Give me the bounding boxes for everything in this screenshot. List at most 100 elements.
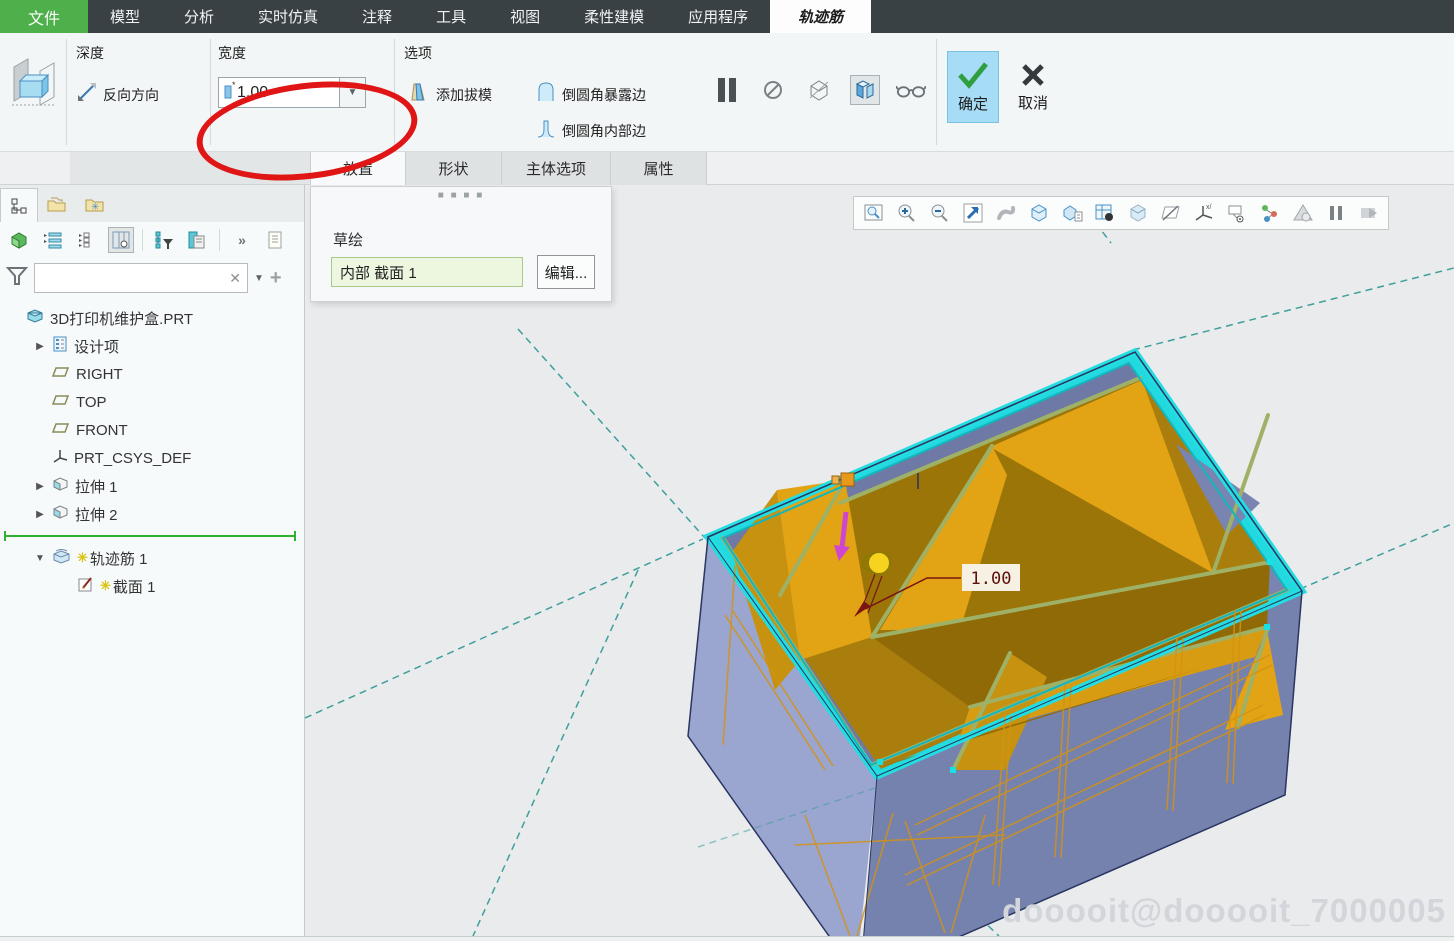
tree-filter-input[interactable] <box>41 270 230 286</box>
drag-handle[interactable] <box>862 551 891 575</box>
tree-item-6[interactable]: ▶ 拉伸 1 <box>0 472 304 500</box>
menu-item-8[interactable]: 应用程序 <box>666 0 770 33</box>
check-icon <box>958 61 988 89</box>
width-dropdown-button[interactable]: ▼ <box>340 77 366 108</box>
feature-tab-放置[interactable]: 放置 <box>310 152 406 185</box>
model-tree-tab[interactable] <box>0 188 38 222</box>
repaint-icon[interactable] <box>990 199 1021 227</box>
expander-icon[interactable]: ▼ <box>34 553 46 564</box>
new-feature-star-icon: ✳ <box>100 578 111 593</box>
expander-icon[interactable]: ▶ <box>34 509 46 520</box>
viewport-toolbar: x/ <box>853 196 1389 230</box>
tree-item-3[interactable]: TOP <box>0 388 304 416</box>
spin-center-icon[interactable] <box>1254 199 1285 227</box>
tree-filter-field[interactable]: ✕ <box>34 263 248 293</box>
clear-filter-icon[interactable]: ✕ <box>229 270 241 287</box>
list-view-icon[interactable] <box>40 227 66 253</box>
tree-item-label: 拉伸 2 <box>75 506 118 524</box>
trajectory-rib-feature-icon <box>8 53 60 120</box>
zoom-in-icon[interactable] <box>891 199 922 227</box>
add-filter-icon[interactable]: + <box>270 267 282 290</box>
tree-item-5[interactable]: PRT_CSYS_DEF <box>0 444 304 472</box>
folder-browser-tab[interactable] <box>38 188 76 222</box>
reverse-direction-button[interactable]: 反向方向 <box>76 81 159 108</box>
filter-dropdown-icon[interactable]: ▼ <box>254 273 264 284</box>
zoom-window-icon[interactable] <box>858 199 889 227</box>
resume-icon[interactable] <box>1353 199 1384 227</box>
menu-item-5[interactable]: 工具 <box>414 0 488 33</box>
tree-item-7[interactable]: ▶ 拉伸 2 <box>0 500 304 528</box>
menu-item-3[interactable]: 实时仿真 <box>236 0 340 33</box>
refit-icon[interactable] <box>957 199 988 227</box>
tree-item-0[interactable]: 3D打印机维护盒.PRT <box>0 304 304 332</box>
tree-columns-icon[interactable] <box>74 227 100 253</box>
verify-glasses-icon[interactable] <box>896 75 926 105</box>
geometry-preview-icon[interactable] <box>850 75 880 105</box>
depth-group-caption: 深度 <box>76 45 104 61</box>
menu-item-4[interactable]: 注释 <box>340 0 414 33</box>
insert-here-marker[interactable] <box>4 530 300 542</box>
saved-orientations-icon[interactable] <box>1056 199 1087 227</box>
width-dimension-icon: * <box>223 80 237 105</box>
add-draft-option[interactable]: 添加拔模 <box>408 81 492 108</box>
axes-display-icon[interactable]: x/ <box>1188 199 1219 227</box>
show-columns-icon[interactable] <box>108 227 134 253</box>
extrude-icon <box>52 476 69 496</box>
round-internal-option[interactable]: 倒圆角内部边 <box>536 117 646 144</box>
tree-filter-icon[interactable] <box>151 227 177 253</box>
feature-tab-属性[interactable]: 属性 <box>611 152 708 185</box>
more-chevron-icon[interactable]: » <box>228 227 254 253</box>
cancel-button[interactable]: 取消 <box>1007 51 1059 123</box>
tree-item-label: TOP <box>76 393 107 411</box>
menu-item-9[interactable]: 轨迹筋 <box>770 0 872 33</box>
menu-item-2[interactable]: 分析 <box>162 0 236 33</box>
perspective-icon[interactable] <box>1287 199 1318 227</box>
dimension-value[interactable]: 1.00 <box>971 569 1012 589</box>
width-input-field[interactable]: * <box>218 77 340 108</box>
feature-tab-主体选项[interactable]: 主体选项 <box>502 152 612 185</box>
graphics-viewport[interactable]: 1.00 x/ ■ ■ ■ ■ 草绘 编辑... dooooit@dooooit… <box>305 185 1454 936</box>
expander-icon[interactable]: ▶ <box>34 481 46 492</box>
tree-item-9[interactable]: ▼ ✳ 轨迹筋 1 <box>0 544 304 572</box>
edit-sketch-button[interactable]: 编辑... <box>537 255 595 289</box>
tree-copy-icon[interactable] <box>185 227 211 253</box>
sketch-placement-panel[interactable]: ■ ■ ■ ■ 草绘 编辑... <box>310 186 612 302</box>
annotation-display-icon[interactable] <box>1221 199 1252 227</box>
options-group: 选项 添加拔模 倒圆角暴露边 倒圆角内部边 <box>404 43 704 139</box>
feature-tab-形状[interactable]: 形状 <box>406 152 502 185</box>
model-display-icon[interactable] <box>6 227 32 253</box>
file-menu-button[interactable]: 文件 <box>0 0 88 33</box>
round-exposed-edges-icon <box>536 81 556 108</box>
width-value-input[interactable] <box>237 83 317 102</box>
round-exposed-option[interactable]: 倒圆角暴露边 <box>536 81 646 108</box>
tree-item-label: 设计项 <box>74 338 120 356</box>
pause-icon[interactable] <box>1320 199 1351 227</box>
tree-item-4[interactable]: FRONT <box>0 416 304 444</box>
wireframe-preview-icon[interactable] <box>804 75 834 105</box>
menu-item-6[interactable]: 视图 <box>488 0 562 33</box>
expander-icon[interactable]: ▶ <box>34 341 46 352</box>
tree-item-label: FRONT <box>76 421 128 439</box>
reverse-direction-icon <box>76 81 98 108</box>
ok-button[interactable]: 确定 <box>947 51 999 123</box>
csys-icon <box>52 448 68 468</box>
sketch-section-input[interactable] <box>331 257 523 287</box>
datum-plane-display-icon[interactable] <box>1155 199 1186 227</box>
tree-item-10[interactable]: ✳ 截面 1 <box>0 572 304 600</box>
favorites-tab[interactable]: ✳ <box>76 188 114 222</box>
panel-grip[interactable]: ■ ■ ■ ■ <box>438 190 485 201</box>
no-preview-icon[interactable] <box>758 75 788 105</box>
zoom-out-icon[interactable] <box>924 199 955 227</box>
tree-item-1[interactable]: ▶ 设计项 <box>0 332 304 360</box>
display-style-icon[interactable] <box>1023 199 1054 227</box>
tree-item-label: 拉伸 1 <box>75 478 118 496</box>
confirm-controls: 确定 取消 <box>947 51 1059 123</box>
view-manager-icon[interactable] <box>1089 199 1120 227</box>
section-icon[interactable] <box>1122 199 1153 227</box>
menu-item-1[interactable]: 模型 <box>88 0 162 33</box>
tree-item-2[interactable]: RIGHT <box>0 360 304 388</box>
pause-icon[interactable] <box>712 75 742 105</box>
document-icon[interactable] <box>262 227 288 253</box>
svg-text:x/: x/ <box>1206 204 1212 211</box>
menu-item-7[interactable]: 柔性建模 <box>562 0 666 33</box>
